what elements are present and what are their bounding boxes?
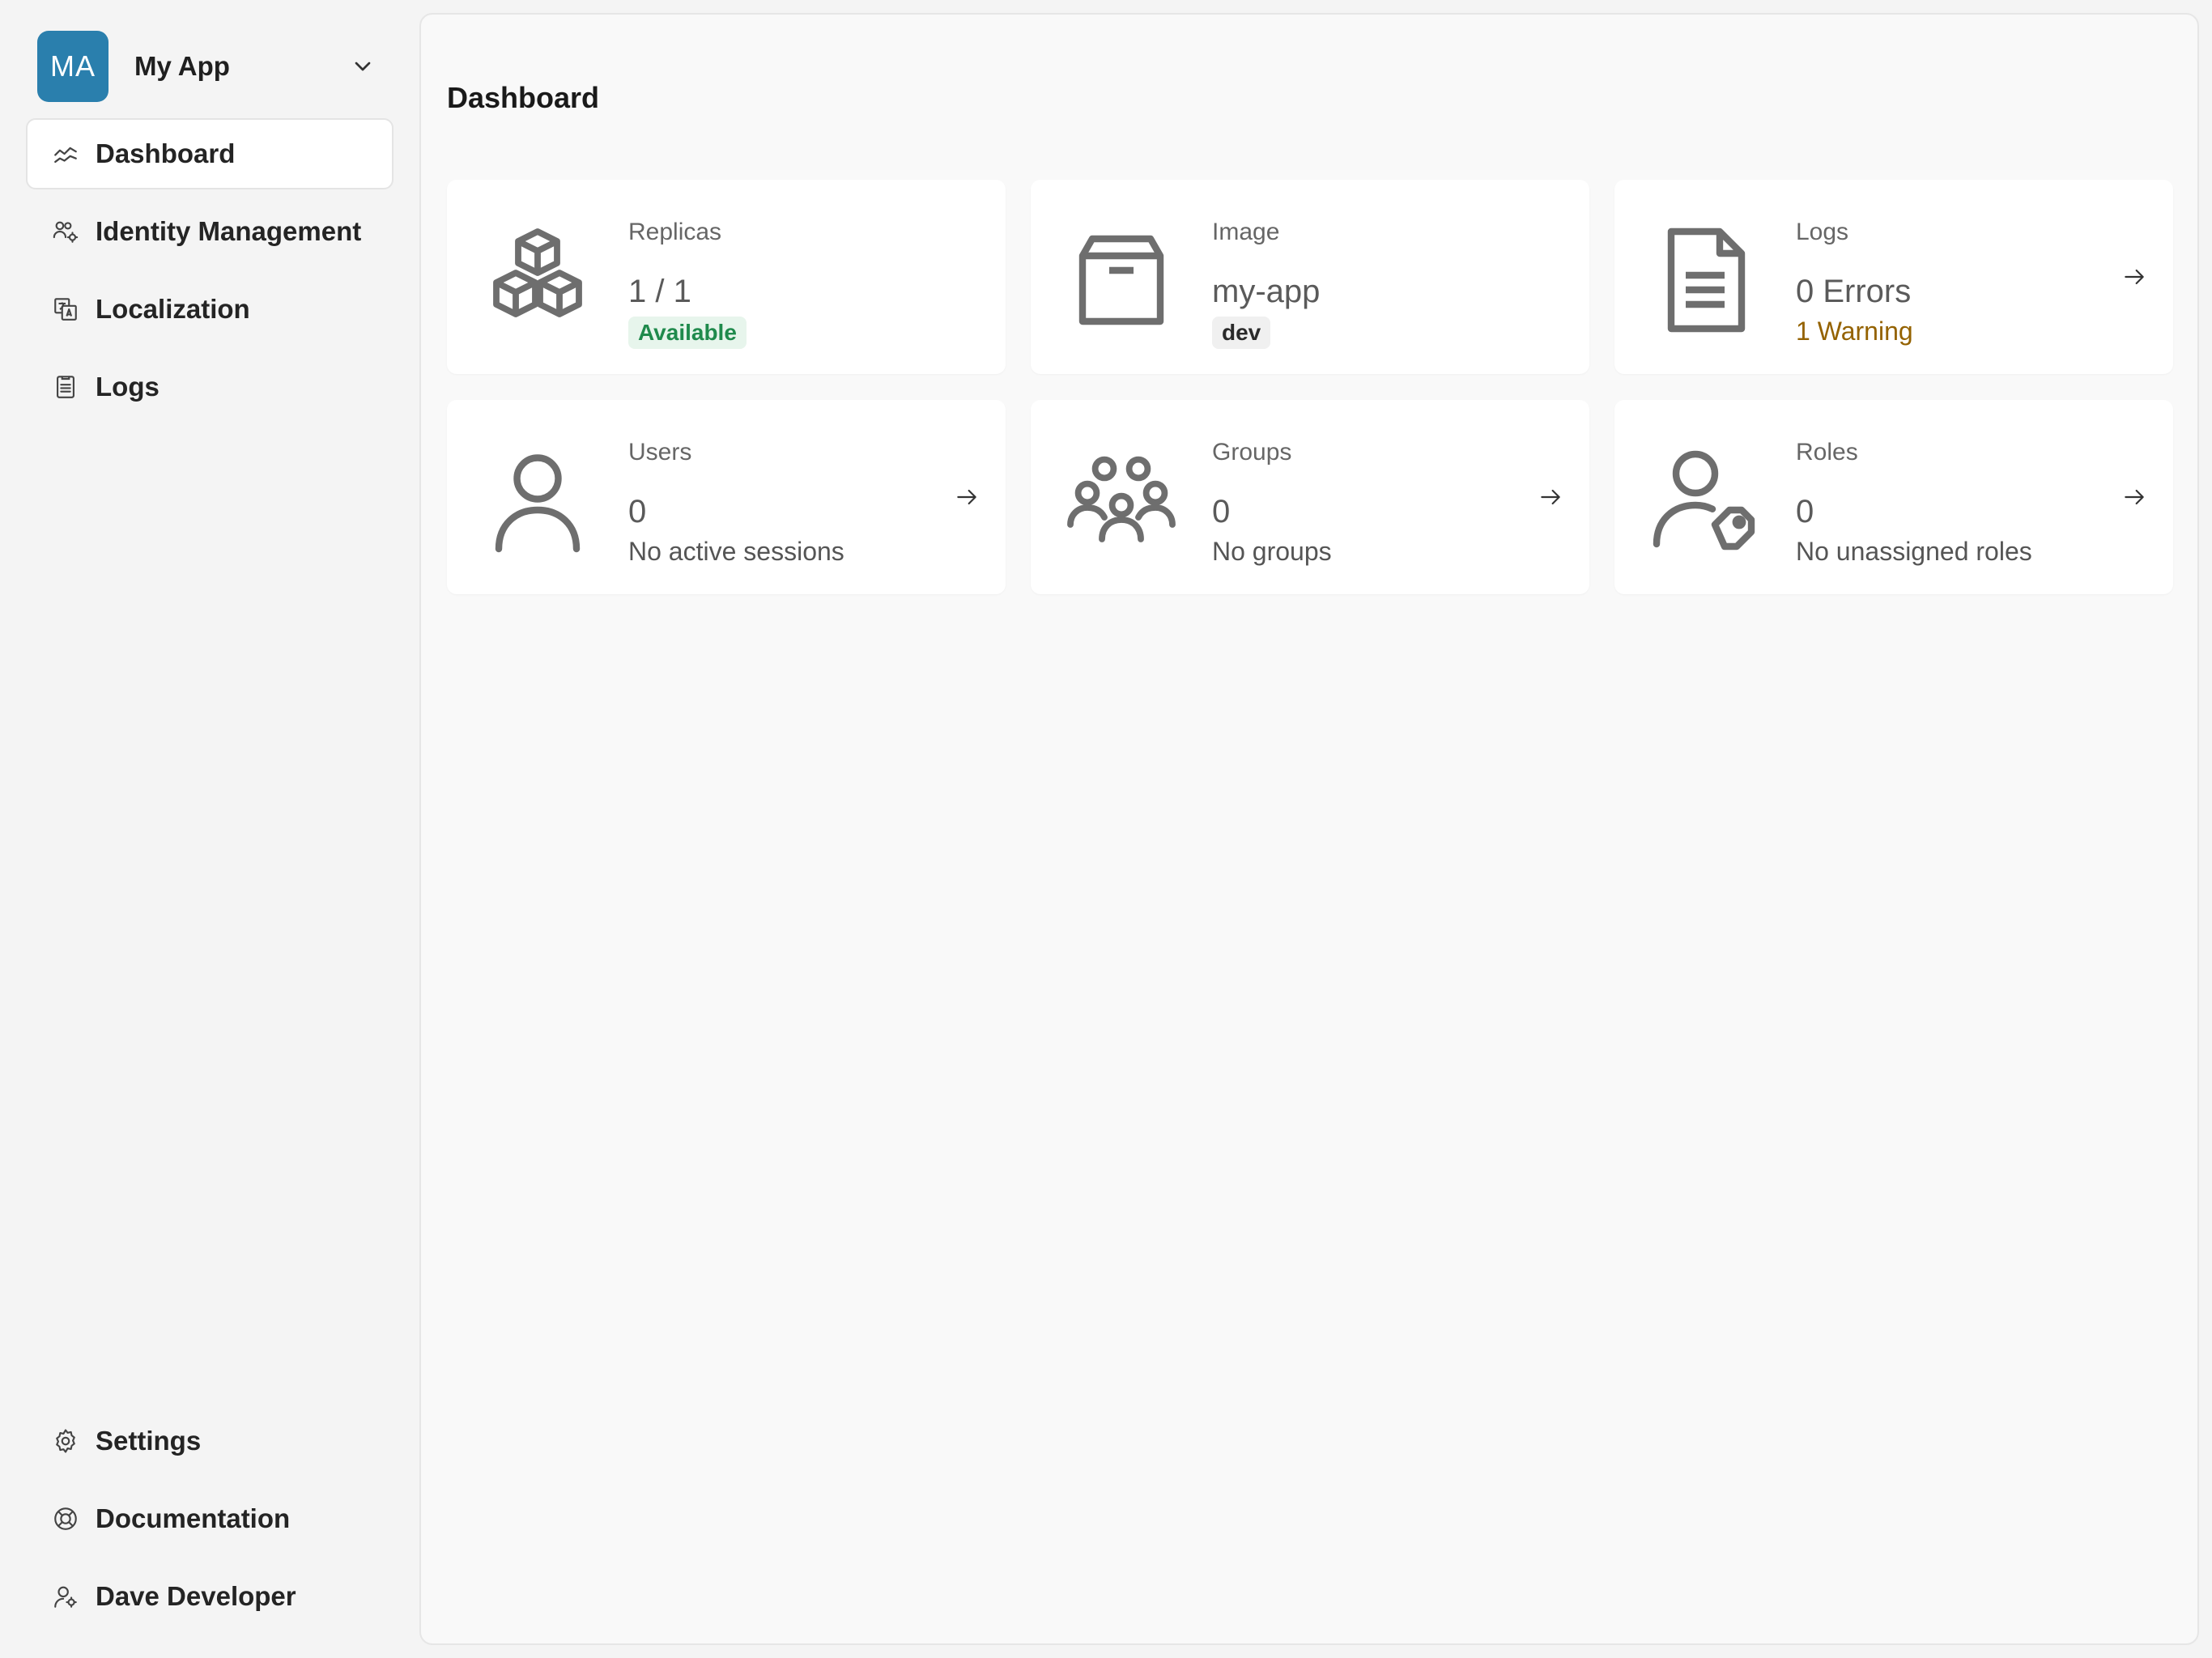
sidebar-item-label: Identity Management bbox=[96, 216, 362, 246]
card-subtext: No active sessions bbox=[628, 537, 844, 566]
card-label: Groups bbox=[1212, 439, 1292, 466]
card-label: Replicas bbox=[628, 219, 722, 245]
image-card-body: Image my-app dev bbox=[1212, 219, 1320, 349]
card-label: Logs bbox=[1796, 219, 1849, 245]
sidebar: MA My App Dashboard Identity Management … bbox=[0, 0, 419, 1658]
card-label: Roles bbox=[1796, 439, 1858, 466]
archive-box-icon bbox=[1078, 235, 1164, 325]
gear-icon bbox=[56, 1429, 75, 1453]
tag-badge: dev bbox=[1212, 317, 1271, 349]
document-icon bbox=[1667, 227, 1746, 333]
sidebar-item-label: Localization bbox=[96, 294, 250, 324]
app-root: MA My App Dashboard Identity Management … bbox=[0, 0, 2212, 1658]
sidebar-item-label: Logs bbox=[96, 372, 160, 402]
arrow-right-icon[interactable] bbox=[952, 484, 981, 510]
arrow-right-icon[interactable] bbox=[2120, 484, 2149, 510]
card-value: 0 bbox=[628, 494, 647, 529]
arrow-right-icon[interactable] bbox=[1536, 484, 1565, 510]
sidebar-item-localization[interactable]: Localization bbox=[26, 274, 393, 345]
users-gear-icon bbox=[53, 221, 79, 243]
group-icon bbox=[1067, 456, 1176, 542]
app-name: My App bbox=[134, 51, 230, 81]
card-label: Image bbox=[1212, 219, 1280, 245]
replicas-card-body: Replicas 1 / 1 Available bbox=[628, 219, 747, 349]
card-subtext: No unassigned roles bbox=[1796, 537, 2032, 566]
logs-card-body: Logs 0 Errors 1 Warning bbox=[1796, 219, 1913, 346]
card-value: 0 bbox=[1212, 494, 1231, 529]
image-card: Image my-app dev bbox=[1031, 180, 1589, 374]
sidebar-item-documentation[interactable]: Documentation bbox=[26, 1483, 393, 1554]
sidebar-item-settings[interactable]: Settings bbox=[26, 1405, 393, 1477]
replicas-card: Replicas 1 / 1 Available bbox=[447, 180, 1006, 374]
users-card-body: Users 0 No active sessions bbox=[628, 439, 844, 567]
sidebar-item-identity-management[interactable]: Identity Management bbox=[26, 196, 393, 267]
users-card[interactable]: Users 0 No active sessions bbox=[447, 400, 1006, 594]
groups-card[interactable]: Groups 0 No groups bbox=[1031, 400, 1589, 594]
clipboard-list-icon bbox=[57, 376, 74, 398]
roles-card[interactable]: Roles 0 No unassigned roles bbox=[1614, 400, 2173, 594]
sidebar-item-dashboard[interactable]: Dashboard bbox=[26, 118, 393, 189]
sidebar-item-logs[interactable]: Logs bbox=[26, 351, 393, 423]
chevron-down-icon bbox=[355, 62, 371, 71]
app-avatar: MA bbox=[37, 31, 108, 102]
chart-line-icon bbox=[54, 147, 77, 164]
roles-card-body: Roles 0 No unassigned roles bbox=[1796, 439, 2032, 567]
card-value: 1 / 1 bbox=[628, 274, 691, 309]
card-value: 0 Errors bbox=[1796, 274, 1912, 309]
groups-card-body: Groups 0 No groups bbox=[1212, 439, 1332, 567]
cubes-icon bbox=[493, 228, 582, 317]
lifebuoy-icon bbox=[54, 1507, 77, 1530]
sidebar-nav: Dashboard Identity Management Localizati… bbox=[26, 118, 393, 429]
sidebar-item-label: Settings bbox=[96, 1426, 202, 1456]
user-tag-icon bbox=[1653, 450, 1755, 551]
sidebar-item-label: Documentation bbox=[96, 1503, 291, 1533]
sidebar-bottom-nav: Settings Documentation Dave Developer bbox=[26, 1405, 393, 1639]
card-value: 0 bbox=[1796, 494, 1814, 529]
card-label: Users bbox=[628, 439, 692, 466]
user-gear-icon bbox=[54, 1586, 77, 1608]
arrow-right-icon[interactable] bbox=[2120, 264, 2149, 290]
status-badge: Available bbox=[628, 317, 747, 349]
sidebar-item-label: Dave Developer bbox=[96, 1581, 296, 1611]
sidebar-item-user-profile[interactable]: Dave Developer bbox=[26, 1561, 393, 1632]
translate-icon bbox=[54, 298, 77, 321]
app-switcher[interactable]: MA My App bbox=[37, 31, 384, 102]
warning-count: 1 Warning bbox=[1796, 317, 1913, 346]
main-panel: Dashboard Replicas 1 / 1 Available Image… bbox=[419, 13, 2199, 1645]
page-title: Dashboard bbox=[447, 81, 600, 114]
logs-card[interactable]: Logs 0 Errors 1 Warning bbox=[1614, 180, 2173, 374]
user-icon bbox=[495, 454, 581, 553]
card-subtext: No groups bbox=[1212, 537, 1332, 566]
sidebar-item-label: Dashboard bbox=[96, 138, 236, 168]
card-value: my-app bbox=[1212, 274, 1321, 309]
